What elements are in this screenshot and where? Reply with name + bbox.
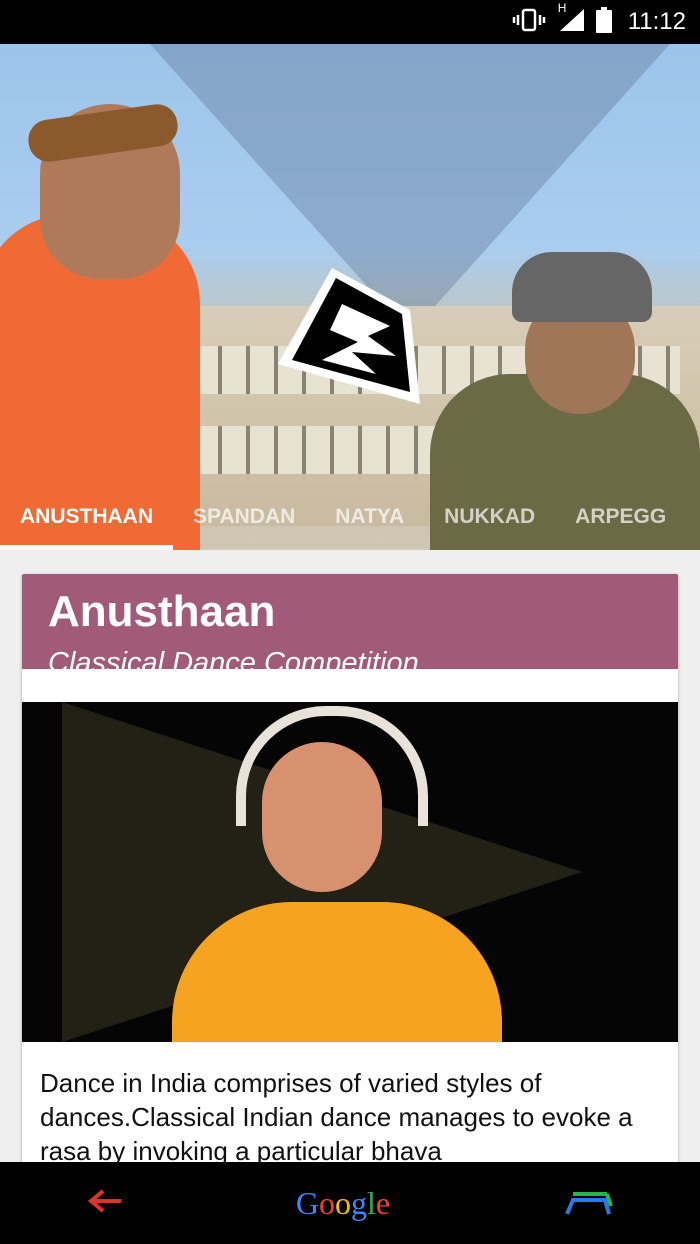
tab-spandan[interactable]: SPANDAN xyxy=(173,484,315,550)
clock: 11:12 xyxy=(627,8,686,35)
launcher-icon[interactable] xyxy=(563,1186,614,1221)
network-type-label: H xyxy=(557,0,567,15)
google-home-button[interactable]: Google xyxy=(296,1185,390,1222)
tab-natya[interactable]: NATYA xyxy=(315,484,424,550)
category-tabs: ANUSTHAAN SPANDAN NATYA NUKKAD ARPEGG xyxy=(0,484,700,550)
google-label: Google xyxy=(295,1184,391,1221)
vibrate-icon xyxy=(512,8,546,37)
card-description: Dance in India comprises of varied style… xyxy=(40,1068,633,1166)
card-header: Anusthaan Classical Dance Competition xyxy=(22,574,678,679)
back-arrow-icon[interactable] xyxy=(87,1187,123,1220)
tab-anusthaan[interactable]: ANUSTHAAN xyxy=(0,484,173,550)
event-card[interactable]: Anusthaan Classical Dance Competition Da… xyxy=(22,574,678,1174)
signal-icon: H xyxy=(556,1,586,38)
tab-arpegg[interactable]: ARPEGG xyxy=(555,484,686,550)
hero-banner: ANUSTHAAN SPANDAN NATYA NUKKAD ARPEGG xyxy=(0,44,700,550)
card-image xyxy=(22,702,678,1042)
battery-icon xyxy=(595,6,612,38)
festival-logo xyxy=(278,268,420,404)
card-subtitle: Classical Dance Competition xyxy=(48,647,419,679)
navigation-bar: Google xyxy=(0,1162,700,1244)
status-bar: H 11:12 xyxy=(0,0,700,44)
tab-nukkad[interactable]: NUKKAD xyxy=(424,484,555,550)
card-title: Anusthaan xyxy=(48,587,276,636)
hero-hat xyxy=(512,252,652,322)
